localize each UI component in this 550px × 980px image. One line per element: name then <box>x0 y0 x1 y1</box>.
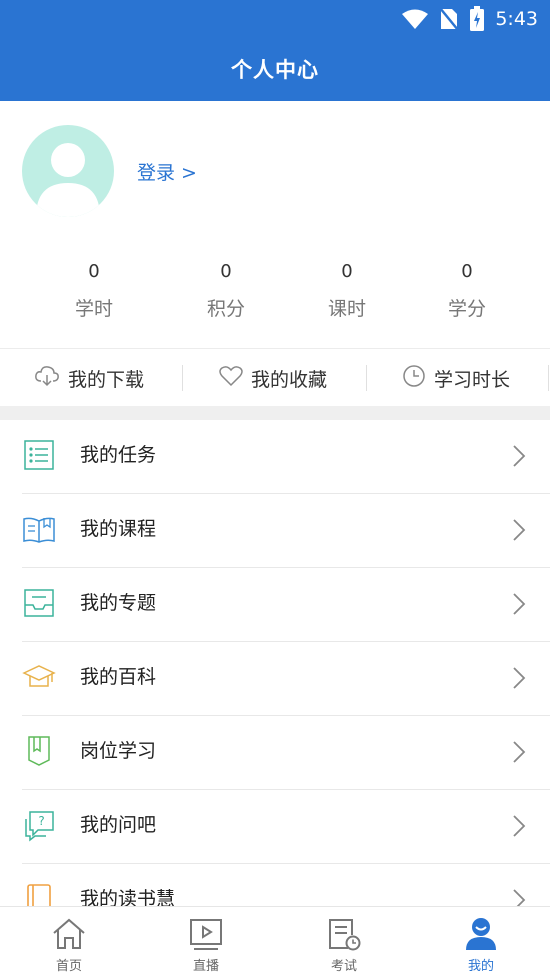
live-play-icon <box>190 919 222 950</box>
task-list-icon <box>24 440 54 470</box>
chevron-right-icon <box>513 667 526 689</box>
menu-item-job-learning[interactable]: 岗位学习 <box>0 716 550 790</box>
quick-link-label: 学习时长 <box>434 368 511 391</box>
menu-item-label: 我的专题 <box>80 592 157 614</box>
quick-links-bar: 我的下载 我的收藏 学习时长 <box>0 348 550 406</box>
page-title: 个人中心 <box>231 58 319 82</box>
tab-label: 考试 <box>330 959 357 974</box>
user-silhouette-icon <box>36 143 100 217</box>
heart-icon <box>219 365 243 392</box>
menu-item-my-encyclopedia[interactable]: 我的百科 <box>0 642 550 716</box>
wifi-icon <box>401 8 429 30</box>
status-time: 5:43 <box>495 8 538 30</box>
quick-link-favorites[interactable]: 我的收藏 <box>219 349 327 407</box>
tab-exam[interactable]: 考试 <box>304 907 384 980</box>
quick-link-label: 我的收藏 <box>251 368 328 391</box>
stat-label: 学分 <box>447 298 486 320</box>
menu-item-label: 我的百科 <box>80 666 157 688</box>
section-gap <box>0 406 550 420</box>
stat-value: 0 <box>220 261 232 282</box>
quick-link-downloads[interactable]: 我的下载 <box>34 349 144 407</box>
stat-study-hours: 0 学时 <box>49 261 139 321</box>
menu-item-my-topics[interactable]: 我的专题 <box>0 568 550 642</box>
chevron-right-icon <box>513 593 526 615</box>
divider <box>548 365 549 391</box>
chevron-right-icon <box>513 741 526 763</box>
user-icon <box>466 918 496 950</box>
stat-label: 课时 <box>327 298 366 320</box>
menu-item-my-qa[interactable]: ? 我的问吧 <box>0 790 550 864</box>
quick-link-study-time[interactable]: 学习时长 <box>402 349 510 407</box>
stat-label: 积分 <box>206 298 245 320</box>
tab-label: 我的 <box>467 959 494 974</box>
no-sim-icon <box>439 7 460 31</box>
chevron-right-icon <box>513 519 526 541</box>
avatar[interactable] <box>22 125 114 217</box>
chevron-right-icon <box>513 815 526 837</box>
home-icon <box>53 918 85 949</box>
open-book-icon <box>23 517 55 543</box>
chevron-right-icon <box>513 445 526 467</box>
menu-item-label: 我的问吧 <box>80 814 157 836</box>
menu-item-my-courses[interactable]: 我的课程 <box>0 494 550 568</box>
status-bar: 5:43 <box>401 6 538 32</box>
menu-item-label: 岗位学习 <box>80 740 157 762</box>
graduation-cap-icon <box>22 665 56 687</box>
quick-link-label: 我的下载 <box>68 368 145 391</box>
stat-value: 0 <box>88 261 100 282</box>
svg-text:?: ? <box>38 814 44 828</box>
cloud-download-icon <box>34 365 60 392</box>
stat-label: 学时 <box>74 298 113 320</box>
tab-mine[interactable]: 我的 <box>441 907 521 980</box>
clock-icon <box>402 364 426 393</box>
battery-icon <box>469 6 485 32</box>
menu-item-label: 我的课程 <box>80 518 157 540</box>
menu-item-my-tasks[interactable]: 我的任务 <box>0 420 550 494</box>
stat-value: 0 <box>341 261 353 282</box>
exam-icon <box>329 919 361 951</box>
divider <box>366 365 367 391</box>
tab-label: 直播 <box>192 959 219 974</box>
tab-home[interactable]: 首页 <box>29 907 109 980</box>
divider <box>182 365 183 391</box>
question-chat-icon: ? <box>25 811 54 842</box>
stat-points: 0 积分 <box>181 261 271 321</box>
stat-class-hours: 0 课时 <box>302 261 392 321</box>
app-header: 5:43 个人中心 <box>0 0 550 101</box>
stat-credits: 0 学分 <box>422 261 512 321</box>
bottom-tab-bar: 首页 直播 考试 我的 <box>0 906 550 979</box>
stat-value: 0 <box>461 261 473 282</box>
tab-label: 首页 <box>55 959 82 974</box>
profile-section: 登录 > 0 学时 0 积分 0 课时 0 学分 <box>0 101 550 347</box>
login-link[interactable]: 登录 > <box>137 158 197 185</box>
tab-live[interactable]: 直播 <box>166 907 246 980</box>
menu-item-label: 我的任务 <box>80 444 157 466</box>
topic-inbox-icon <box>24 589 54 617</box>
bookmark-book-icon <box>28 736 50 766</box>
